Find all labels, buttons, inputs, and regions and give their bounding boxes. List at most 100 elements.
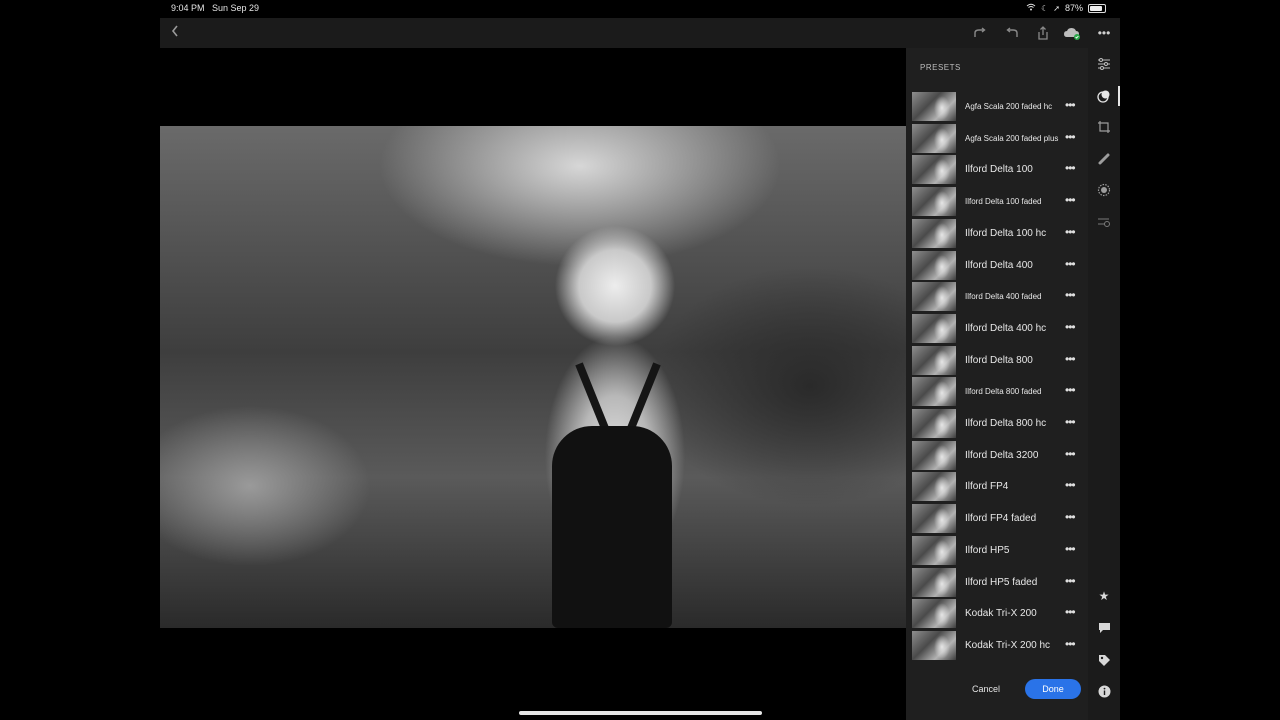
preset-item[interactable]: Ilford Delta 400 •••	[906, 250, 1088, 281]
preset-more-icon[interactable]: •••	[1065, 510, 1076, 524]
preset-thumbnail	[912, 187, 956, 217]
battery-icon	[1088, 3, 1106, 13]
preset-label: Ilford Delta 3200	[965, 449, 1039, 461]
preset-label: Ilford Delta 400 hc	[965, 322, 1047, 334]
top-toolbar: •••	[160, 18, 1120, 48]
preset-thumbnail	[912, 218, 956, 248]
star-rating-icon[interactable]: ★	[1095, 587, 1113, 605]
undo-icon[interactable]	[1003, 24, 1021, 42]
preset-item[interactable]: Ilford HP5 •••	[906, 535, 1088, 566]
preset-more-icon[interactable]: •••	[1065, 161, 1076, 175]
preset-thumbnail	[912, 504, 956, 534]
cloud-sync-icon[interactable]	[1063, 24, 1081, 42]
preset-item[interactable]: Ilford Delta 100 •••	[906, 154, 1088, 185]
presets-panel: PRESETS Agfa Scala 200 faded hc ••• Agfa S…	[906, 48, 1088, 720]
crop-rotate-icon[interactable]	[1095, 118, 1113, 136]
status-right: ☾ ➚ 87%	[1026, 3, 1106, 13]
info-icon[interactable]	[1095, 682, 1113, 700]
preset-item[interactable]: Ilford FP4 faded •••	[906, 503, 1088, 534]
preset-label: Ilford HP5	[965, 544, 1010, 556]
preset-thumbnail	[912, 630, 956, 660]
preset-item[interactable]: Kodak Tri-X 200 •••	[906, 598, 1088, 629]
preset-item[interactable]: Ilford Delta 100 hc •••	[906, 218, 1088, 249]
tool-rail: ★	[1088, 48, 1120, 720]
preset-more-icon[interactable]: •••	[1065, 320, 1076, 334]
preset-item[interactable]: Ilford Delta 800 faded •••	[906, 376, 1088, 407]
done-button[interactable]: Done	[1025, 679, 1081, 699]
tag-icon[interactable]	[1095, 651, 1113, 669]
status-date: Sun Sep 29	[212, 3, 260, 13]
preset-more-icon[interactable]: •••	[1065, 98, 1076, 112]
preset-label: Ilford Delta 800 faded	[965, 387, 1042, 397]
presets-list[interactable]: Agfa Scala 200 faded hc ••• Agfa Scala 200…	[906, 91, 1088, 661]
preset-item[interactable]: Ilford Delta 100 faded •••	[906, 186, 1088, 217]
preset-item[interactable]: Ilford Delta 400 hc •••	[906, 313, 1088, 344]
preset-label: Ilford FP4 faded	[965, 513, 1037, 525]
preset-more-icon[interactable]: •••	[1065, 415, 1076, 429]
preset-more-icon[interactable]: •••	[1065, 352, 1076, 366]
preset-label: Ilford Delta 100	[965, 164, 1033, 176]
preset-more-icon[interactable]: •••	[1065, 478, 1076, 492]
preset-thumbnail	[912, 250, 956, 280]
preset-thumbnail	[912, 377, 956, 407]
healing-brush-icon[interactable]	[1095, 150, 1113, 168]
comment-icon[interactable]	[1095, 619, 1113, 637]
preset-item[interactable]: Ilford Delta 3200 •••	[906, 440, 1088, 471]
preset-thumbnail	[912, 472, 956, 502]
preset-more-icon[interactable]: •••	[1065, 225, 1076, 239]
cancel-button[interactable]: Cancel	[972, 684, 1000, 694]
preset-more-icon[interactable]: •••	[1065, 447, 1076, 461]
preset-more-icon[interactable]: •••	[1065, 288, 1076, 302]
preset-more-icon[interactable]: •••	[1065, 193, 1076, 207]
active-tool-indicator	[1118, 86, 1120, 106]
preset-item[interactable]: Agfa Scala 200 faded plus •••	[906, 123, 1088, 154]
preset-label: Ilford Delta 100 faded	[965, 197, 1042, 207]
preset-label: Ilford Delta 100 hc	[965, 227, 1047, 239]
back-chevron-icon[interactable]	[170, 24, 180, 43]
location-icon: ➚	[1053, 3, 1060, 13]
preset-item[interactable]: Ilford FP4 •••	[906, 471, 1088, 502]
photo-canvas[interactable]	[160, 48, 906, 720]
preset-label: Ilford Delta 800	[965, 354, 1033, 366]
preset-thumbnail	[912, 123, 956, 153]
sliders-icon[interactable]	[1095, 55, 1113, 73]
preset-thumbnail	[912, 313, 956, 343]
preset-label: Ilford Delta 400 faded	[965, 292, 1042, 302]
home-indicator	[519, 711, 762, 715]
lightroom-screen: 9:04 PM Sun Sep 29 ☾ ➚ 87% ••• PRESETS A…	[160, 0, 1120, 720]
preset-label: Kodak Tri-X 200 hc	[965, 639, 1051, 651]
preset-item[interactable]: Ilford Delta 400 faded •••	[906, 281, 1088, 312]
preset-more-icon[interactable]: •••	[1065, 637, 1076, 651]
preset-more-icon[interactable]: •••	[1065, 130, 1076, 144]
preset-thumbnail	[912, 92, 956, 121]
redo-icon[interactable]	[971, 24, 989, 42]
photo-image	[160, 126, 906, 628]
presets-icon[interactable]	[1095, 87, 1113, 105]
status-time: 9:04 PM	[171, 3, 205, 13]
preset-thumbnail	[912, 599, 956, 629]
share-icon[interactable]	[1034, 24, 1052, 42]
preset-more-icon[interactable]: •••	[1065, 574, 1076, 588]
preset-label: Agfa Scala 200 faded plus	[965, 133, 1059, 143]
preset-thumbnail	[912, 535, 956, 565]
preset-label: Ilford FP4	[965, 481, 1009, 493]
more-options-icon[interactable]: •••	[1095, 24, 1113, 42]
presets-title: PRESETS	[920, 63, 961, 72]
preset-more-icon[interactable]: •••	[1065, 542, 1076, 556]
battery-fill	[1090, 5, 1103, 11]
preset-item[interactable]: Kodak Tri-X 200 hc •••	[906, 630, 1088, 661]
preset-item[interactable]: Ilford HP5 faded •••	[906, 567, 1088, 598]
preset-more-icon[interactable]: •••	[1065, 605, 1076, 619]
preset-thumbnail	[912, 282, 956, 312]
preset-more-icon[interactable]: •••	[1065, 257, 1076, 271]
preset-more-icon[interactable]: •••	[1065, 383, 1076, 397]
versions-icon[interactable]	[1095, 213, 1113, 231]
preset-item[interactable]: Ilford Delta 800 hc •••	[906, 408, 1088, 439]
preset-item[interactable]: Ilford Delta 800 •••	[906, 345, 1088, 376]
selective-mask-icon[interactable]	[1095, 181, 1113, 199]
preset-thumbnail	[912, 567, 956, 597]
backpack-shape	[552, 426, 672, 628]
moon-icon: ☾	[1041, 3, 1049, 13]
preset-label: Ilford Delta 800 hc	[965, 418, 1047, 429]
preset-item[interactable]: Agfa Scala 200 faded hc •••	[906, 91, 1088, 122]
